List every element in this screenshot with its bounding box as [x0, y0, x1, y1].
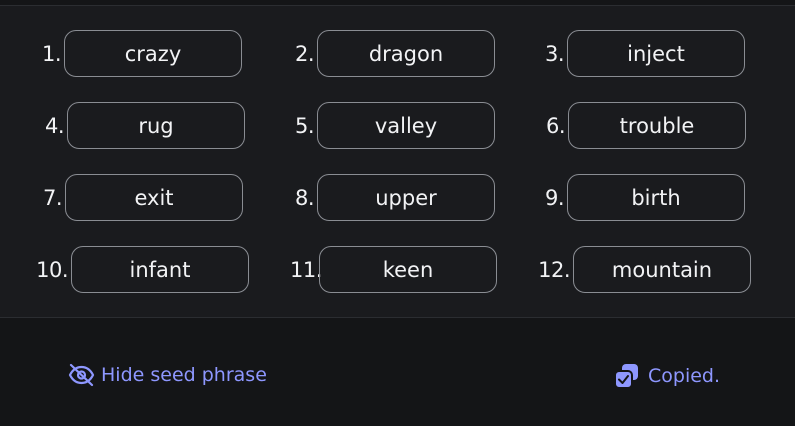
- copy-status-label: Copied.: [648, 365, 721, 387]
- seed-word-5: 5. valley: [290, 102, 495, 149]
- seed-word-index: 7.: [42, 185, 63, 210]
- hide-seed-phrase-button[interactable]: Hide seed phrase: [68, 363, 267, 387]
- seed-word-index: 1.: [41, 41, 62, 66]
- seed-word-pill: mountain: [573, 246, 751, 293]
- seed-word-12: 12. mountain: [536, 246, 751, 293]
- copy-button[interactable]: Copied.: [614, 363, 720, 389]
- seed-word-6: 6. trouble: [540, 102, 746, 149]
- eye-off-icon: [68, 363, 95, 387]
- seed-word-index: 5.: [294, 113, 315, 138]
- seed-word-10: 10. infant: [34, 246, 249, 293]
- seed-word-2: 2. dragon: [290, 30, 495, 77]
- seed-word-index: 8.: [294, 185, 315, 210]
- seed-word-index: 12.: [538, 257, 570, 282]
- copy-icon: [614, 363, 639, 389]
- seed-word-pill: crazy: [64, 30, 242, 77]
- seed-word-pill: rug: [67, 102, 245, 149]
- seed-word-index: 2.: [294, 41, 315, 66]
- hide-seed-phrase-label: Hide seed phrase: [101, 364, 267, 386]
- seed-word-pill: keen: [319, 246, 497, 293]
- seed-word-index: 11.: [290, 257, 322, 282]
- seed-word-pill: exit: [65, 174, 243, 221]
- seed-word-pill: birth: [567, 174, 745, 221]
- seed-word-pill: infant: [71, 246, 249, 293]
- seed-word-7: 7. exit: [40, 174, 243, 221]
- seed-word-index: 6.: [545, 113, 566, 138]
- seed-word-11: 11. keen: [290, 246, 497, 293]
- seed-word-pill: valley: [317, 102, 495, 149]
- seed-word-pill: trouble: [568, 102, 746, 149]
- seed-word-pill: inject: [567, 30, 745, 77]
- seed-word-4: 4. rug: [40, 102, 245, 149]
- seed-word-index: 3.: [544, 41, 565, 66]
- seed-word-index: 4.: [44, 113, 65, 138]
- seed-word-9: 9. birth: [540, 174, 745, 221]
- seed-word-1: 1. crazy: [40, 30, 242, 77]
- seed-word-3: 3. inject: [540, 30, 745, 77]
- seed-word-pill: upper: [317, 174, 495, 221]
- seed-word-index: 10.: [36, 257, 68, 282]
- seed-word-pill: dragon: [317, 30, 495, 77]
- seed-word-index: 9.: [544, 185, 565, 210]
- seed-word-8: 8. upper: [290, 174, 495, 221]
